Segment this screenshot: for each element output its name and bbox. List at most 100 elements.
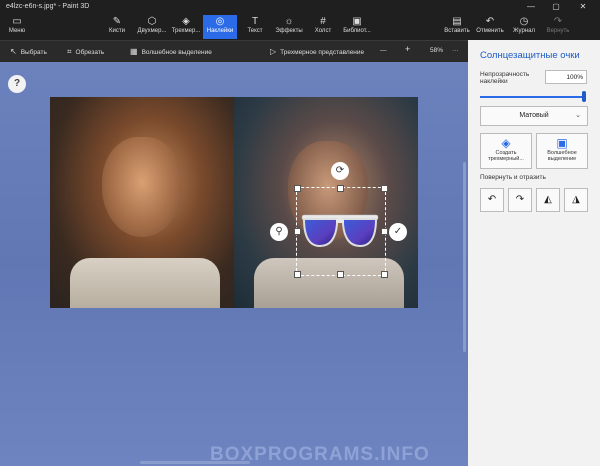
tab-label: Кисти	[109, 28, 125, 34]
zoom-out-button[interactable]: —	[380, 47, 387, 54]
paste-button[interactable]: ▤ Вставить	[440, 15, 474, 39]
opacity-label: Непрозрачность наклейки	[480, 71, 530, 85]
crop-icon: ⌗	[67, 47, 72, 56]
opacity-slider-track[interactable]	[480, 96, 586, 98]
library-icon: ▣	[352, 16, 362, 27]
resize-handle[interactable]	[381, 271, 388, 278]
menu-button[interactable]: ▭ Меню	[0, 15, 34, 39]
finish-dropdown[interactable]: Матовый ⌄	[480, 106, 588, 126]
tab-label: Библиот...	[343, 28, 371, 34]
tab-label: Холст	[314, 28, 332, 34]
rotate-handle[interactable]: ⟳	[331, 162, 349, 180]
resize-handle[interactable]	[294, 185, 301, 192]
tab-text[interactable]: T Текст	[238, 15, 272, 39]
checkmark-icon: ✓	[393, 226, 403, 237]
magic-select-label: Волшебное выделение	[141, 49, 212, 56]
stamp-button[interactable]: ⚲	[270, 223, 288, 241]
rotate-left-icon: ↶	[487, 194, 497, 205]
confirm-button[interactable]: ✓	[389, 223, 407, 241]
brush-icon: ✎	[112, 16, 122, 27]
text-icon: T	[251, 16, 259, 27]
opacity-slider-thumb[interactable]	[582, 91, 586, 102]
resize-handle[interactable]	[381, 185, 388, 192]
tab-label: Текст	[247, 28, 263, 34]
cube-icon: ◈	[501, 136, 511, 150]
tab-label: Эффекты	[275, 28, 303, 34]
history-button[interactable]: ◷ Журнал	[507, 15, 541, 39]
tab-effects[interactable]: ☼ Эффекты	[272, 15, 306, 39]
resize-handle[interactable]	[337, 271, 344, 278]
more-options-button[interactable]: ···	[452, 47, 459, 54]
undo-icon: ↶	[485, 16, 495, 27]
zoom-in-button[interactable]: +	[405, 44, 410, 54]
tab-label: Двухмер...	[137, 28, 167, 34]
vertical-scrollbar[interactable]	[463, 162, 466, 352]
history-icon: ◷	[519, 16, 529, 27]
rotate-right-button[interactable]: ↷	[508, 188, 532, 212]
tab-label: Трехмер...	[171, 28, 201, 34]
sun-icon: ☼	[284, 16, 294, 27]
magic-select-panel-button[interactable]: ▣ Волшебное выделение	[536, 133, 588, 169]
tab-brushes[interactable]: ✎ Кисти	[100, 15, 134, 39]
tab-library[interactable]: ▣ Библиот...	[340, 15, 374, 39]
flip-vertical-icon: ◮	[572, 194, 580, 205]
crop-button[interactable]: ⌗ Обрезать	[67, 47, 104, 57]
cursor-icon: ↖	[10, 47, 17, 56]
minimize-button[interactable]: —	[520, 0, 542, 14]
resize-handle[interactable]	[294, 271, 301, 278]
title-bar: e4lzc-e6n-s.jpg* - Paint 3D — ▢ ✕	[0, 0, 600, 14]
help-button[interactable]: ?	[8, 75, 26, 93]
undo-button[interactable]: ↶ Отменить	[473, 15, 507, 39]
watermark-text: BOXPROGRAMS.INFO	[210, 444, 430, 465]
zoom-level[interactable]: 58%	[430, 47, 443, 54]
window-title: e4lzc-e6n-s.jpg* - Paint 3D	[6, 3, 90, 10]
select-button[interactable]: ↖ Выбрать	[10, 47, 47, 56]
magic-select-panel-label: Волшебное выделение	[547, 150, 577, 162]
menu-label: Меню	[8, 28, 26, 34]
stamp-icon: ⚲	[275, 226, 283, 237]
panel-title: Солнцезащитные очки	[480, 50, 580, 61]
redo-label: Вернуть	[546, 28, 570, 34]
shapes-2d-icon: ⬡	[147, 16, 157, 27]
finish-dropdown-value: Матовый	[519, 112, 549, 119]
undo-label: Отменить	[476, 28, 504, 34]
cube-icon: ◈	[182, 16, 190, 27]
rotate-flip-label: Повернуть и отразить	[480, 174, 546, 181]
history-label: Журнал	[513, 28, 535, 34]
stickers-properties-panel: Солнцезащитные очки Непрозрачность накле…	[468, 40, 600, 466]
resize-handle[interactable]	[337, 185, 344, 192]
3d-view-icon: ▷	[270, 47, 277, 56]
main-toolbar: ▭ Меню ✎ Кисти ⬡ Двухмер... ◈ Трехмер...…	[0, 14, 600, 40]
rotate-left-button[interactable]: ↶	[480, 188, 504, 212]
3d-view-label: Трехмерное представление	[280, 49, 365, 56]
magic-select-icon: ▣	[556, 136, 568, 150]
tab-2d-shapes[interactable]: ⬡ Двухмер...	[135, 15, 169, 39]
sticker-icon: ◎	[215, 16, 225, 27]
resize-handle[interactable]	[381, 228, 388, 235]
canvas-icon: #	[320, 16, 326, 27]
maximize-button[interactable]: ▢	[545, 0, 567, 14]
face-shape	[102, 137, 182, 237]
magic-wand-icon: ▦	[130, 47, 138, 56]
make-3d-button[interactable]: ◈ Создать трехмерный...	[480, 133, 532, 169]
sunglasses-sticker[interactable]	[300, 212, 380, 250]
tab-stickers[interactable]: ◎ Наклейки	[203, 15, 237, 39]
select-label: Выбрать	[20, 49, 47, 56]
crop-label: Обрезать	[75, 49, 105, 56]
close-button[interactable]: ✕	[572, 0, 594, 14]
flip-vertical-button[interactable]: ◮	[564, 188, 588, 212]
photo-left-half	[50, 97, 234, 308]
tab-canvas[interactable]: # Холст	[306, 15, 340, 39]
magic-select-button[interactable]: ▦ Волшебное выделение	[130, 47, 212, 56]
paste-icon: ▤	[452, 16, 462, 27]
tab-3d-shapes[interactable]: ◈ Трехмер...	[169, 15, 203, 39]
chevron-down-icon: ⌄	[575, 112, 581, 119]
opacity-input[interactable]: 100%	[545, 70, 587, 84]
clothing-shape	[70, 258, 220, 308]
tab-label: Наклейки	[206, 28, 234, 34]
flip-horizontal-icon: ◭	[544, 194, 552, 205]
3d-view-button[interactable]: ▷ Трехмерное представление	[270, 47, 364, 56]
flip-horizontal-button[interactable]: ◭	[536, 188, 560, 212]
redo-button[interactable]: ↷ Вернуть	[541, 15, 575, 39]
rotate-icon: ⟳	[335, 165, 345, 176]
